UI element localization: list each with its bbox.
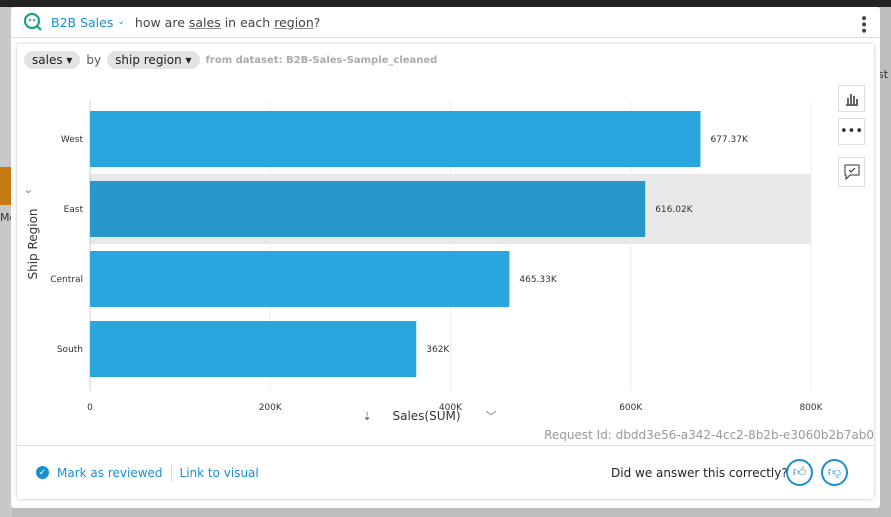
bar-east[interactable] [90,181,646,237]
feedback-question: Did we answer this correctly? [611,465,788,480]
check-circle-icon: ✓ [36,466,49,479]
divider [170,463,172,482]
q-panel: B2B Sales ⌄ how are sales in each region… [11,7,880,508]
bar-central[interactable] [90,251,510,307]
y-axis-title: Ship Region [26,208,40,279]
question-input[interactable]: how are sales in each region? [135,15,320,30]
thumbs-down-icon[interactable]: 👎︎ [821,459,848,486]
link-to-visual[interactable]: Link to visual [180,466,259,480]
feedback-button[interactable] [838,157,865,187]
more-icon: ••• [839,124,863,139]
chevron-right-icon: ‹ [21,189,35,194]
more-button[interactable]: ••• [838,118,865,145]
data-label: 362K [426,345,450,355]
feedback-icon [844,164,859,180]
topic-selector[interactable]: B2B Sales [51,15,113,30]
thumbs-up-icon[interactable]: 👍︎ [786,459,813,486]
data-label: 677.37K [710,135,748,145]
y-tick-label: South [57,345,83,355]
sort-icon: ⇣ [363,410,372,423]
top-bar [0,0,891,7]
bar-west[interactable] [90,111,701,167]
mark-reviewed-button[interactable]: ✓ Mark as reviewed [36,466,163,480]
data-label: 616.02K [655,205,693,215]
bar-chart: 0 200K 400K 600K 800KWest 677.37KEast 616.02KC… [21,101,824,423]
answer-card: sales ▾ by ship region ▾ from dataset: B… [17,44,874,499]
x-tick-label: 0 [87,403,93,413]
y-tick-label: Central [50,275,83,285]
x-tick-label: 200K [259,403,283,413]
footer: ✓ Mark as reviewed Link to visual Did we … [17,445,874,499]
request-id: Request Id: dbdd3e56-a342-4cc2-8b2b-e306… [544,428,874,442]
chevron-down-icon[interactable]: ⌄ [117,17,125,27]
bar-south[interactable] [90,321,417,377]
x-tick-label: 600K [619,403,643,413]
more-vertical-icon[interactable]: ••• [855,14,871,33]
visual-type-button[interactable] [838,85,865,112]
bar-chart-icon [845,93,858,106]
query-bar: B2B Sales ⌄ how are sales in each region… [11,7,880,38]
q-logo-icon [23,12,42,31]
chevron-down-icon: ﹀ [486,410,497,423]
x-axis-title: Sales(SUM) [392,409,460,423]
y-tick-label: East [64,205,84,215]
x-tick-label: 800K [799,403,823,413]
data-label: 465.33K [519,275,557,285]
y-tick-label: West [61,135,84,145]
